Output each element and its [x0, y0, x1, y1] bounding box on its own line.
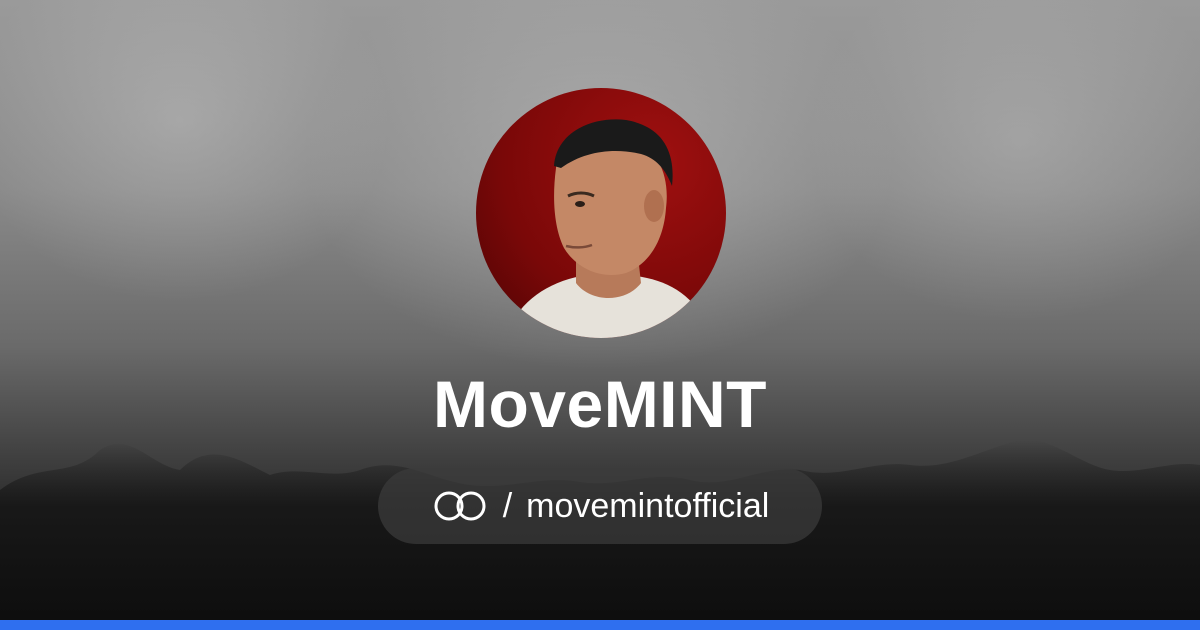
handle-separator: / — [502, 486, 513, 525]
bottom-accent-bar — [0, 620, 1200, 630]
handle-pill[interactable]: / movemintofficial — [378, 468, 822, 544]
display-name: MoveMINT — [433, 367, 767, 441]
linked-rings-icon — [431, 489, 489, 523]
handle-text: movemintofficial — [526, 486, 770, 525]
avatar[interactable] — [476, 88, 726, 338]
